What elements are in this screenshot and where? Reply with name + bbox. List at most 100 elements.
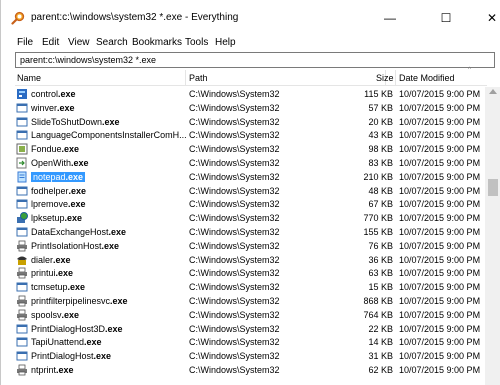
- column-header-date[interactable]: Date Modified: [399, 73, 455, 83]
- everything-window: parent:c:\windows\system32 *.exe - Every…: [0, 0, 500, 385]
- printer-icon: [17, 309, 27, 321]
- file-date-modified: 10/07/2015 9:00 PM: [399, 365, 481, 375]
- search-input[interactable]: [16, 53, 494, 67]
- file-path: C:\Windows\System32: [189, 296, 280, 306]
- file-row[interactable]: LanguageComponentsInstallerComH... C:\Win…: [15, 128, 485, 142]
- file-row[interactable]: notepad.exe C:\Windows\System32 210 KB 10/0…: [15, 170, 485, 184]
- file-date-modified: 10/07/2015 9:00 PM: [399, 185, 481, 196]
- file-row[interactable]: SlideToShutDown.exe C:\Windows\System32 20…: [15, 115, 485, 129]
- file-size: 20 KB: [368, 116, 393, 127]
- file-row[interactable]: lpksetup.exe C:\Windows\System32 770 KB 10/…: [15, 211, 485, 225]
- file-row[interactable]: PrintDialogHost3D.exe C:\Windows\System32…: [15, 322, 485, 336]
- package-icon: [16, 143, 28, 155]
- menu-edit[interactable]: Edit: [42, 37, 59, 48]
- file-date-modified: 10/07/2015 9:00 PM: [399, 254, 481, 265]
- minimize-button[interactable]: —: [367, 6, 413, 30]
- file-row[interactable]: PrintDialogHost.exe C:\Windows\System32 31…: [15, 349, 485, 363]
- file-size: 48 KB: [368, 185, 393, 196]
- file-path: C:\Windows\System32: [189, 240, 280, 251]
- file-row[interactable]: spoolsv.exe C:\Windows\System32 764 KB 10/0…: [15, 308, 485, 322]
- scrollbar-thumb[interactable]: [488, 179, 498, 196]
- file-path: C:\Windows\System32: [189, 282, 280, 293]
- file-row[interactable]: fodhelper.exe C:\Windows\System32 48 KB 10/…: [15, 184, 485, 198]
- file-row[interactable]: TapiUnattend.exe C:\Windows\System32 14 KB…: [15, 335, 485, 349]
- file-size: 62 KB: [368, 365, 393, 375]
- file-size: 36 KB: [368, 254, 393, 265]
- file-name: lpksetup.exe: [31, 213, 83, 224]
- file-name: printfilterpipelinesvc.exe: [31, 296, 128, 306]
- scroll-up-arrow-icon[interactable]: [489, 89, 497, 94]
- file-row[interactable]: printui.exe C:\Windows\System32 63 KB 10/07…: [15, 266, 485, 280]
- file-row[interactable]: control.exe C:\Windows\System32 115 KB 10/0…: [15, 87, 485, 101]
- file-row[interactable]: DataExchangeHost.exe C:\Windows\System32 1…: [15, 225, 485, 239]
- search-box[interactable]: [15, 52, 495, 68]
- vertical-scrollbar[interactable]: [485, 87, 500, 385]
- file-size: 115 KB: [364, 89, 393, 99]
- printer-icon: [17, 267, 27, 279]
- sort-indicator-icon: ^: [468, 67, 471, 73]
- file-row[interactable]: PrintIsolationHost.exe C:\Windows\System3…: [15, 239, 485, 253]
- window-app-icon: [16, 103, 28, 113]
- file-name: TapiUnattend.exe: [31, 337, 102, 348]
- maximize-button[interactable]: ☐: [423, 6, 469, 30]
- file-row[interactable]: lpremove.exe C:\Windows\System32 67 KB 10/0…: [15, 197, 485, 211]
- file-row[interactable]: printfilterpipelinesvc.exe C:\Windows\Sys…: [15, 294, 485, 308]
- file-date-modified: 10/07/2015 9:00 PM: [399, 296, 481, 306]
- window-app-icon: [16, 186, 28, 196]
- file-path: C:\Windows\System32: [189, 323, 280, 334]
- file-row[interactable]: OpenWith.exe C:\Windows\System32 83 KB 10/0…: [15, 156, 485, 170]
- close-button[interactable]: ✕: [469, 6, 500, 30]
- file-name: winver.exe: [31, 102, 75, 113]
- file-date-modified: 10/07/2015 9:00 PM: [399, 213, 481, 224]
- menu-help[interactable]: Help: [215, 37, 236, 48]
- title-bar[interactable]: parent:c:\windows\system32 *.exe - Every…: [1, 0, 500, 34]
- file-path: C:\Windows\System32: [189, 365, 280, 375]
- file-size: 98 KB: [368, 144, 393, 155]
- file-row[interactable]: Fondue.exe C:\Windows\System32 98 KB 10/07/…: [15, 142, 485, 156]
- menu-bookmarks[interactable]: Bookmarks: [132, 37, 182, 48]
- file-date-modified: 10/07/2015 9:00 PM: [399, 240, 481, 251]
- window-title: parent:c:\windows\system32 *.exe - Every…: [31, 12, 239, 23]
- window-app-icon: [16, 351, 28, 361]
- file-row[interactable]: winver.exe C:\Windows\System32 57 KB 10/07/…: [15, 101, 485, 115]
- file-name: dialer.exe: [31, 254, 71, 265]
- file-path: C:\Windows\System32: [189, 351, 280, 362]
- file-date-modified: 10/07/2015 9:00 PM: [399, 268, 481, 279]
- file-date-modified: 10/07/2015 9:00 PM: [399, 102, 481, 113]
- file-name: tcmsetup.exe: [31, 282, 86, 293]
- menu-search[interactable]: Search: [96, 37, 128, 48]
- file-row[interactable]: tcmsetup.exe C:\Windows\System32 15 KB 10/0…: [15, 280, 485, 294]
- results-list[interactable]: control.exe C:\Windows\System32 115 KB 10/0…: [15, 87, 485, 385]
- file-row[interactable]: dialer.exe C:\Windows\System32 36 KB 10/07/…: [15, 253, 485, 267]
- file-path: C:\Windows\System32: [189, 171, 280, 182]
- file-path: C:\Windows\System32: [189, 185, 280, 196]
- file-date-modified: 10/07/2015 9:00 PM: [399, 323, 481, 334]
- magnifier-app-icon: [11, 11, 25, 25]
- file-name: notepad.exe: [31, 171, 86, 182]
- menu-bar: File Edit View Search Bookmarks Tools He…: [1, 36, 500, 52]
- file-name: LanguageComponentsInstallerComH...: [31, 130, 187, 141]
- window-app-icon: [16, 337, 28, 347]
- file-date-modified: 10/07/2015 9:00 PM: [399, 144, 481, 155]
- menu-tools[interactable]: Tools: [185, 37, 208, 48]
- menu-file[interactable]: File: [17, 37, 33, 48]
- file-date-modified: 10/07/2015 9:00 PM: [399, 351, 481, 362]
- column-divider[interactable]: [185, 70, 186, 86]
- printer-icon: [17, 295, 27, 307]
- file-name: PrintDialogHost.exe: [31, 351, 112, 362]
- column-header-size[interactable]: Size: [376, 73, 394, 83]
- column-divider[interactable]: [395, 70, 396, 86]
- file-name: printui.exe: [31, 268, 74, 279]
- file-path: C:\Windows\System32: [189, 102, 280, 113]
- file-date-modified: 10/07/2015 9:00 PM: [399, 337, 481, 348]
- file-path: C:\Windows\System32: [189, 144, 280, 155]
- menu-view[interactable]: View: [68, 37, 90, 48]
- file-name: spoolsv.exe: [31, 309, 80, 320]
- column-header-name[interactable]: Name: [17, 73, 41, 83]
- file-size: 57 KB: [368, 102, 393, 113]
- column-header-path[interactable]: Path: [189, 73, 208, 83]
- window-app-icon: [16, 130, 28, 140]
- file-row[interactable]: ntprint.exe C:\Windows\System32 62 KB 10/07…: [15, 363, 485, 377]
- file-size: 868 KB: [363, 296, 393, 306]
- column-header-row: Name Path Size Date Modified ^: [15, 67, 487, 86]
